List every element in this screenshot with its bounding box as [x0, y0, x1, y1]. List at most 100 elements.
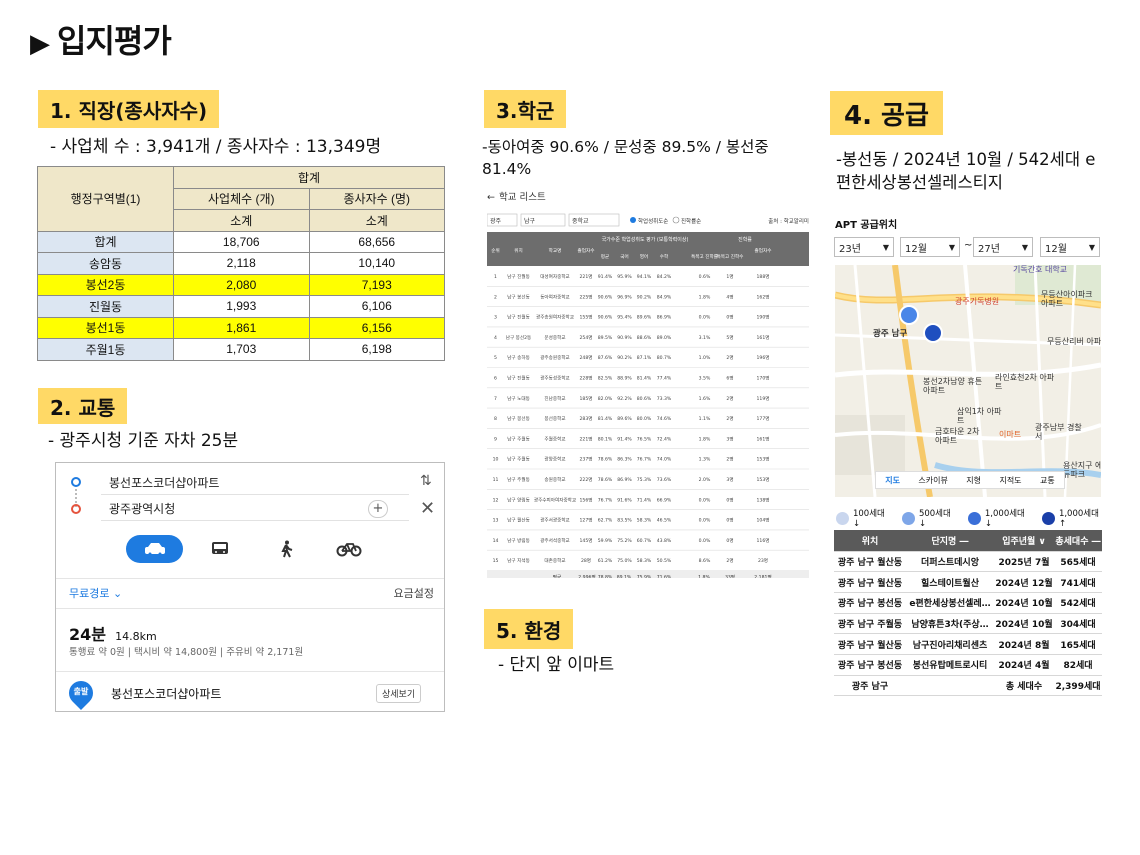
map-label-namgu: 광주 남구	[873, 329, 908, 339]
table-cell: 80.6%	[637, 396, 652, 402]
destination-input[interactable]: 광주광역시청	[101, 496, 409, 521]
row-header: 행정구역별(1)	[37, 166, 174, 232]
detail-button[interactable]: 상세보기	[376, 684, 422, 703]
table-row[interactable]: 광주 남구 월산동 더퍼스트데시앙 2025년 7월 565세대	[834, 551, 1102, 573]
legend-label: 1,000세대↑	[1058, 509, 1099, 529]
table-cell: 남구 월산동	[507, 517, 530, 524]
jobs-table: 행정구역별(1) 합계 사업체수 (개) 종사자수 (명) 소계 소계 합계 1…	[37, 166, 445, 361]
car-mode-button[interactable]	[126, 535, 183, 563]
table-cell: 86.9%	[657, 315, 672, 321]
table-cell: 222명	[580, 476, 593, 483]
table-cell: 155명	[580, 314, 593, 321]
route-type-label: 무료경로	[69, 587, 110, 600]
swap-icon[interactable]: ⇅	[420, 473, 432, 489]
school-section-label: 3.학군	[484, 90, 567, 128]
map-marker-icon[interactable]	[923, 323, 943, 343]
cell: 2024년 10월	[994, 613, 1054, 635]
fare-setting-link[interactable]: 요금설정	[394, 585, 434, 601]
cell: 304세대	[1054, 613, 1102, 635]
table-row[interactable]: 광주 남구 봉선동 e편한세상봉선셀레… 2024년 10월 542세대	[834, 592, 1102, 614]
select-value: 27년	[978, 243, 1000, 255]
table-cell: 228명	[580, 375, 593, 382]
map-label-emart: 이마트	[999, 430, 1022, 439]
table-cell: 86.3%	[617, 457, 632, 463]
table-cell: 254명	[580, 334, 593, 341]
table-cell: 대성여자중학교	[540, 273, 570, 280]
table-row[interactable]: 광주 남구 월산동 남구진아리채리센츠 2024년 8월 165세대	[834, 633, 1102, 655]
table-cell: 15	[493, 558, 499, 564]
table-cell: 남구 진월동	[507, 375, 530, 382]
table-cell: 95.4%	[617, 315, 632, 321]
chevron-down-icon: ⌄	[112, 587, 123, 600]
table-cell: 116명	[757, 537, 770, 544]
origin-input[interactable]: 봉선포스코더샵아파트	[101, 470, 409, 495]
table-row[interactable]: 광주 남구 주월동 남양휴튼3차(주상… 2024년 10월 304세대	[834, 613, 1102, 635]
table-cell: 80.7%	[657, 355, 672, 361]
walk-mode-button[interactable]	[269, 535, 303, 563]
map-tab-cadastral[interactable]: 지적도	[999, 475, 1021, 486]
map-marker-icon[interactable]	[899, 305, 919, 325]
table-cell: 248명	[580, 354, 593, 361]
table-cell: 1.6%	[699, 396, 711, 402]
table-cell: 주월중학교	[544, 435, 565, 442]
bus-mode-button[interactable]	[203, 535, 237, 563]
back-arrow-icon[interactable]: ←	[487, 192, 495, 203]
table-cell: 1.8%	[699, 436, 711, 442]
table-cell: 11	[493, 477, 499, 483]
table-cell: 177명	[757, 415, 770, 422]
table-cell: 1.0%	[699, 355, 711, 361]
cell: 2024년 4월	[994, 654, 1054, 676]
table-cell: 8	[494, 416, 497, 422]
header-cell: 특목고 진학률	[691, 253, 718, 260]
table-cell: 남구 노대동	[507, 395, 530, 402]
map-tab-terrain[interactable]: 지형	[966, 475, 981, 486]
table-cell: 89.6%	[637, 315, 652, 321]
bike-mode-button[interactable]	[331, 535, 367, 563]
table-cell: 3.5%	[699, 376, 711, 382]
table-cell: 10	[493, 457, 499, 463]
environment-summary: - 단지 앞 이마트	[498, 655, 615, 675]
route-type-dropdown[interactable]: 무료경로 ⌄	[69, 585, 122, 601]
table-cell: 76.5%	[637, 436, 652, 442]
route-time: 24분	[69, 625, 106, 644]
footer-cell: 1.8%	[698, 575, 710, 579]
start-month-select[interactable]: 12월 ▼	[900, 237, 960, 257]
table-cell: 0명	[726, 537, 733, 544]
route-summary[interactable]: 24분 14.8km	[69, 621, 157, 645]
map-tab-map[interactable]: 지도	[885, 475, 900, 486]
table-cell: 대촌중학교	[544, 557, 565, 564]
table-cell: 광양중학교	[544, 456, 565, 463]
table-cell: 66.9%	[657, 497, 672, 503]
end-year-select[interactable]: 27년 ▼	[973, 237, 1033, 257]
row-name: 진월동	[37, 295, 174, 318]
col-header-businesses: 사업체수 (개)	[173, 187, 310, 210]
table-row[interactable]: 광주 남구 월산동 힐스테이트월산 2024년 12월 741세대	[834, 571, 1102, 593]
cell: 2024년 8월	[994, 633, 1054, 655]
group-header: 합계	[173, 166, 445, 189]
table-cell: 남구 지석동	[507, 557, 530, 564]
close-icon[interactable]: ✕	[420, 498, 435, 519]
pin-500-icon	[901, 511, 915, 525]
map-tab-skyview[interactable]: 스카이뷰	[918, 475, 947, 486]
table-cell: 남구 양림동	[507, 496, 530, 503]
col-header[interactable]: 총세대수 ―	[1054, 530, 1102, 552]
map-tab-traffic[interactable]: 교통	[1040, 475, 1055, 486]
table-cell: 4명	[726, 293, 733, 300]
add-waypoint-icon[interactable]: +	[368, 500, 388, 518]
col-header[interactable]: 입주년월 ∨	[994, 530, 1054, 552]
route-distance: 14.8km	[115, 630, 157, 643]
table-cell: 남구 주월동	[507, 456, 530, 463]
table-cell: 237명	[580, 456, 593, 463]
table-row[interactable]: 광주 남구 봉선동 봉선유탑메트로시티 2024년 4월 82세대	[834, 654, 1102, 676]
end-month-select[interactable]: 12월 ▼	[1040, 237, 1100, 257]
table-cell: 광주송원중학교	[540, 354, 570, 361]
col-header[interactable]: 단지명 ―	[906, 530, 994, 552]
legend-label: 1,000세대↓	[984, 509, 1025, 529]
cell: 2,118	[173, 252, 310, 275]
supply-map[interactable]: 기독간호 대학교 무등산아이파크 아파트 광주기독병원 광주 남구 무등산리버 …	[835, 265, 1101, 497]
school-table: 광주 남구 중학교 학업성취도순 진학률순 출처 : 학교알리미 국가수준 학업성취도 평가…	[486, 210, 809, 583]
cell: 1,703	[173, 338, 310, 361]
chevron-down-icon: ▼	[948, 242, 955, 252]
supply-section-label: 4. 공급	[830, 91, 943, 135]
start-year-select[interactable]: 23년 ▼	[834, 237, 894, 257]
